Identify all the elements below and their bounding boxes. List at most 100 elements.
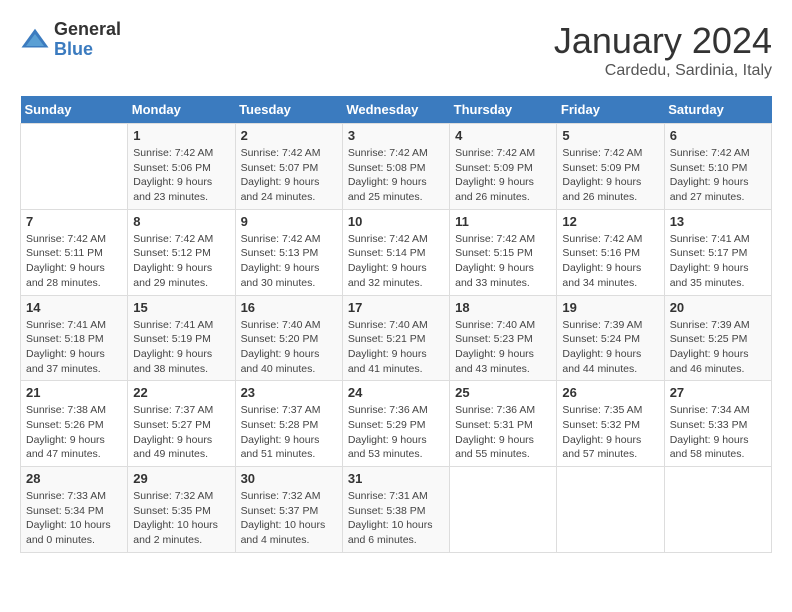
day-info: Sunrise: 7:40 AMSunset: 5:20 PMDaylight:…: [241, 318, 337, 377]
day-cell: 4Sunrise: 7:42 AMSunset: 5:09 PMDaylight…: [450, 124, 557, 210]
day-info: Sunrise: 7:32 AMSunset: 5:35 PMDaylight:…: [133, 489, 229, 548]
calendar-table: SundayMondayTuesdayWednesdayThursdayFrid…: [20, 96, 772, 553]
day-number: 13: [670, 214, 766, 229]
week-row-3: 14 Sunrise: 7:41 AMSunset: 5:18 PMDayligh…: [21, 295, 772, 381]
day-cell: 13 Sunrise: 7:41 AMSunset: 5:17 PMDayligh…: [664, 209, 771, 295]
page-header: General Blue January 2024 Cardedu, Sardi…: [20, 20, 772, 80]
week-row-1: 1 Sunrise: 7:42 AMSunset: 5:06 PMDaylight…: [21, 124, 772, 210]
logo-general: General: [54, 20, 121, 40]
day-number: 27: [670, 385, 766, 400]
day-number: 25: [455, 385, 551, 400]
day-info: Sunrise: 7:42 AMSunset: 5:12 PMDaylight:…: [133, 232, 229, 291]
day-cell: 15 Sunrise: 7:41 AMSunset: 5:19 PMDayligh…: [128, 295, 235, 381]
day-cell: 26Sunrise: 7:35 AMSunset: 5:32 PMDayligh…: [557, 381, 664, 467]
day-number: 6: [670, 128, 766, 143]
day-cell: [450, 467, 557, 553]
day-cell: [557, 467, 664, 553]
day-number: 31: [348, 471, 444, 486]
day-info: Sunrise: 7:41 AMSunset: 5:18 PMDaylight:…: [26, 318, 122, 377]
calendar-header: SundayMondayTuesdayWednesdayThursdayFrid…: [21, 96, 772, 124]
day-number: 17: [348, 300, 444, 315]
day-info: Sunrise: 7:42 AMSunset: 5:15 PMDaylight:…: [455, 232, 551, 291]
day-cell: 22 Sunrise: 7:37 AMSunset: 5:27 PMDayligh…: [128, 381, 235, 467]
day-number: 2: [241, 128, 337, 143]
day-number: 18: [455, 300, 551, 315]
day-cell: 28 Sunrise: 7:33 AMSunset: 5:34 PMDayligh…: [21, 467, 128, 553]
day-info: Sunrise: 7:37 AMSunset: 5:28 PMDaylight:…: [241, 403, 337, 462]
day-info: Sunrise: 7:31 AMSunset: 5:38 PMDaylight:…: [348, 489, 444, 548]
day-info: Sunrise: 7:42 AMSunset: 5:11 PMDaylight:…: [26, 232, 122, 291]
day-number: 29: [133, 471, 229, 486]
day-cell: 10 Sunrise: 7:42 AMSunset: 5:14 PMDayligh…: [342, 209, 449, 295]
day-info: Sunrise: 7:34 AMSunset: 5:33 PMDaylight:…: [670, 403, 766, 462]
day-number: 24: [348, 385, 444, 400]
day-info: Sunrise: 7:41 AMSunset: 5:19 PMDaylight:…: [133, 318, 229, 377]
day-number: 16: [241, 300, 337, 315]
day-cell: 5 Sunrise: 7:42 AMSunset: 5:09 PMDaylight…: [557, 124, 664, 210]
location: Cardedu, Sardinia, Italy: [554, 62, 772, 80]
header-day-saturday: Saturday: [664, 96, 771, 124]
day-number: 23: [241, 385, 337, 400]
logo-icon: [20, 25, 50, 55]
header-day-sunday: Sunday: [21, 96, 128, 124]
week-row-2: 7 Sunrise: 7:42 AMSunset: 5:11 PMDaylight…: [21, 209, 772, 295]
day-cell: 2 Sunrise: 7:42 AMSunset: 5:07 PMDaylight…: [235, 124, 342, 210]
day-info: Sunrise: 7:42 AMSunset: 5:06 PMDaylight:…: [133, 146, 229, 205]
day-number: 15: [133, 300, 229, 315]
day-info: Sunrise: 7:40 AMSunset: 5:23 PMDaylight:…: [455, 318, 551, 377]
day-number: 11: [455, 214, 551, 229]
day-info: Sunrise: 7:42 AMSunset: 5:14 PMDaylight:…: [348, 232, 444, 291]
day-cell: 29 Sunrise: 7:32 AMSunset: 5:35 PMDayligh…: [128, 467, 235, 553]
day-cell: 14 Sunrise: 7:41 AMSunset: 5:18 PMDayligh…: [21, 295, 128, 381]
week-row-5: 28 Sunrise: 7:33 AMSunset: 5:34 PMDayligh…: [21, 467, 772, 553]
day-info: Sunrise: 7:42 AMSunset: 5:16 PMDaylight:…: [562, 232, 658, 291]
header-day-thursday: Thursday: [450, 96, 557, 124]
day-cell: 19 Sunrise: 7:39 AMSunset: 5:24 PMDayligh…: [557, 295, 664, 381]
day-number: 10: [348, 214, 444, 229]
day-number: 9: [241, 214, 337, 229]
day-info: Sunrise: 7:33 AMSunset: 5:34 PMDaylight:…: [26, 489, 122, 548]
day-info: Sunrise: 7:39 AMSunset: 5:25 PMDaylight:…: [670, 318, 766, 377]
header-day-tuesday: Tuesday: [235, 96, 342, 124]
day-number: 20: [670, 300, 766, 315]
day-info: Sunrise: 7:42 AMSunset: 5:10 PMDaylight:…: [670, 146, 766, 205]
week-row-4: 21Sunrise: 7:38 AMSunset: 5:26 PMDayligh…: [21, 381, 772, 467]
day-number: 14: [26, 300, 122, 315]
day-info: Sunrise: 7:41 AMSunset: 5:17 PMDaylight:…: [670, 232, 766, 291]
month-title: January 2024: [554, 20, 772, 62]
day-cell: 1 Sunrise: 7:42 AMSunset: 5:06 PMDaylight…: [128, 124, 235, 210]
day-info: Sunrise: 7:35 AMSunset: 5:32 PMDaylight:…: [562, 403, 658, 462]
day-number: 1: [133, 128, 229, 143]
header-day-wednesday: Wednesday: [342, 96, 449, 124]
day-number: 7: [26, 214, 122, 229]
day-cell: 16 Sunrise: 7:40 AMSunset: 5:20 PMDayligh…: [235, 295, 342, 381]
day-info: Sunrise: 7:42 AMSunset: 5:08 PMDaylight:…: [348, 146, 444, 205]
day-cell: 17Sunrise: 7:40 AMSunset: 5:21 PMDayligh…: [342, 295, 449, 381]
day-cell: 12 Sunrise: 7:42 AMSunset: 5:16 PMDayligh…: [557, 209, 664, 295]
day-cell: 11 Sunrise: 7:42 AMSunset: 5:15 PMDayligh…: [450, 209, 557, 295]
day-number: 30: [241, 471, 337, 486]
logo: General Blue: [20, 20, 121, 60]
day-number: 22: [133, 385, 229, 400]
header-day-monday: Monday: [128, 96, 235, 124]
day-cell: 24 Sunrise: 7:36 AMSunset: 5:29 PMDayligh…: [342, 381, 449, 467]
day-info: Sunrise: 7:36 AMSunset: 5:31 PMDaylight:…: [455, 403, 551, 462]
logo-blue: Blue: [54, 40, 121, 60]
header-day-friday: Friday: [557, 96, 664, 124]
day-number: 8: [133, 214, 229, 229]
day-info: Sunrise: 7:42 AMSunset: 5:13 PMDaylight:…: [241, 232, 337, 291]
day-number: 19: [562, 300, 658, 315]
day-info: Sunrise: 7:42 AMSunset: 5:07 PMDaylight:…: [241, 146, 337, 205]
day-number: 4: [455, 128, 551, 143]
day-number: 12: [562, 214, 658, 229]
day-cell: 6 Sunrise: 7:42 AMSunset: 5:10 PMDaylight…: [664, 124, 771, 210]
day-cell: 3Sunrise: 7:42 AMSunset: 5:08 PMDaylight…: [342, 124, 449, 210]
day-info: Sunrise: 7:39 AMSunset: 5:24 PMDaylight:…: [562, 318, 658, 377]
day-info: Sunrise: 7:32 AMSunset: 5:37 PMDaylight:…: [241, 489, 337, 548]
day-info: Sunrise: 7:37 AMSunset: 5:27 PMDaylight:…: [133, 403, 229, 462]
day-number: 28: [26, 471, 122, 486]
day-info: Sunrise: 7:36 AMSunset: 5:29 PMDaylight:…: [348, 403, 444, 462]
day-info: Sunrise: 7:42 AMSunset: 5:09 PMDaylight:…: [562, 146, 658, 205]
title-block: January 2024 Cardedu, Sardinia, Italy: [554, 20, 772, 80]
day-number: 5: [562, 128, 658, 143]
